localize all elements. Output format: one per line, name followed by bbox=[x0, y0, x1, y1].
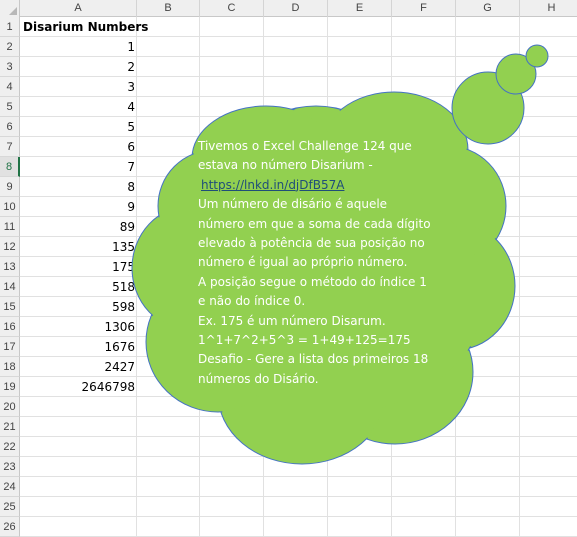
callout-line: Desafio - Gere a lista dos primeiros 18 bbox=[198, 352, 429, 367]
callout-line: Ex. 175 é um número Disarum. bbox=[198, 313, 386, 328]
cloud-tail-bubble bbox=[525, 44, 549, 68]
spreadsheet: ABCDEFGH 1 2 3 4 5 6 7 8 9 10 11 12 13 14 15 16 17 18 19 20… bbox=[0, 0, 577, 537]
callout-link[interactable]: https://lnkd.in/djDfB57A bbox=[198, 178, 344, 192]
callout-line: número em que a soma de cada dígito bbox=[198, 216, 431, 231]
callout-link-line: https://lnkd.in/djDfB57A bbox=[198, 176, 430, 195]
callout-line: número é igual ao próprio número. bbox=[198, 255, 408, 270]
callout-text[interactable]: Tivemos o Excel Challenge 124 que estava… bbox=[198, 137, 431, 389]
callout-line: e não do índice 0. bbox=[198, 294, 306, 309]
callout-line: elevado à potência de sua posição no bbox=[198, 236, 425, 251]
callout-line: A posição segue o método do índice 1 bbox=[198, 274, 427, 289]
callout-line: Tivemos o Excel Challenge 124 que bbox=[198, 139, 412, 153]
callout-line: Um número de disário é aquele bbox=[198, 197, 388, 212]
cloud-callout-tail[interactable] bbox=[451, 44, 549, 145]
callout-line: números do Disário. bbox=[198, 371, 319, 386]
callout-line: 1^1+7^2+5^3 = 1+49+125=175 bbox=[198, 333, 411, 348]
callout-line: estava no número Disarium - bbox=[198, 158, 373, 173]
